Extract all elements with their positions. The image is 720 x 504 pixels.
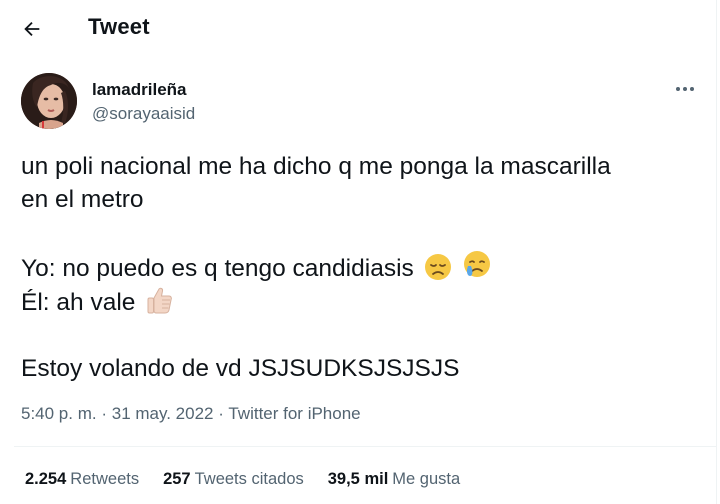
tweet-meta: 5:40 p. m. · 31 may. 2022 · Twitter for … xyxy=(21,404,361,424)
meta-separator: · xyxy=(218,404,224,423)
arrow-left-icon xyxy=(24,21,40,37)
tweet-stats: 2.254 Retweets 257 Tweets citados 39,5 mil… xyxy=(25,470,460,489)
tweet-text: un poli nacional me ha dicho q me ponga … xyxy=(21,150,701,385)
display-name[interactable]: lamadrileña xyxy=(92,80,187,100)
divider xyxy=(14,446,716,447)
more-horizontal-icon xyxy=(676,87,680,91)
thumbs-up-emoji xyxy=(147,287,173,314)
retweets-stat[interactable]: 2.254 Retweets xyxy=(25,470,139,489)
tweet-line: un poli nacional me ha dicho q me ponga … xyxy=(21,153,611,180)
tweet-line-with-emoji: Él: ah vale xyxy=(21,285,701,319)
tweet-line: Estoy volando de vd JSJSUDKSJSJSJS xyxy=(21,355,460,382)
column-border xyxy=(716,0,717,504)
disappointed-face-emoji xyxy=(424,254,451,280)
tweet-source[interactable]: Twitter for iPhone xyxy=(228,404,360,423)
avatar[interactable] xyxy=(21,73,77,129)
likes-stat[interactable]: 39,5 mil Me gusta xyxy=(328,470,460,489)
tweet-line-with-emoji: Yo: no puedo es q tengo candidiasis xyxy=(21,249,701,285)
header: Tweet xyxy=(0,0,716,56)
user-handle[interactable]: @sorayaaisid xyxy=(92,104,195,124)
tweet-line: Él: ah vale xyxy=(21,289,136,316)
back-button[interactable] xyxy=(14,12,50,46)
tweet-line: en el metro xyxy=(21,186,144,213)
meta-separator: · xyxy=(101,404,108,423)
tweet-line: Yo: no puedo es q tengo candidiasis xyxy=(21,255,414,282)
quote-tweets-stat[interactable]: 257 Tweets citados xyxy=(163,470,304,489)
crying-face-emoji xyxy=(464,251,491,277)
tweet-date[interactable]: 31 may. 2022 xyxy=(112,404,214,423)
page-title: Tweet xyxy=(88,14,150,39)
more-options-button[interactable] xyxy=(670,78,700,100)
tweet-time[interactable]: 5:40 p. m. xyxy=(21,404,97,423)
avatar-image xyxy=(21,73,77,129)
tweet-page: Tweet lamadrileña @sorayaaisid un poli n… xyxy=(0,0,720,504)
